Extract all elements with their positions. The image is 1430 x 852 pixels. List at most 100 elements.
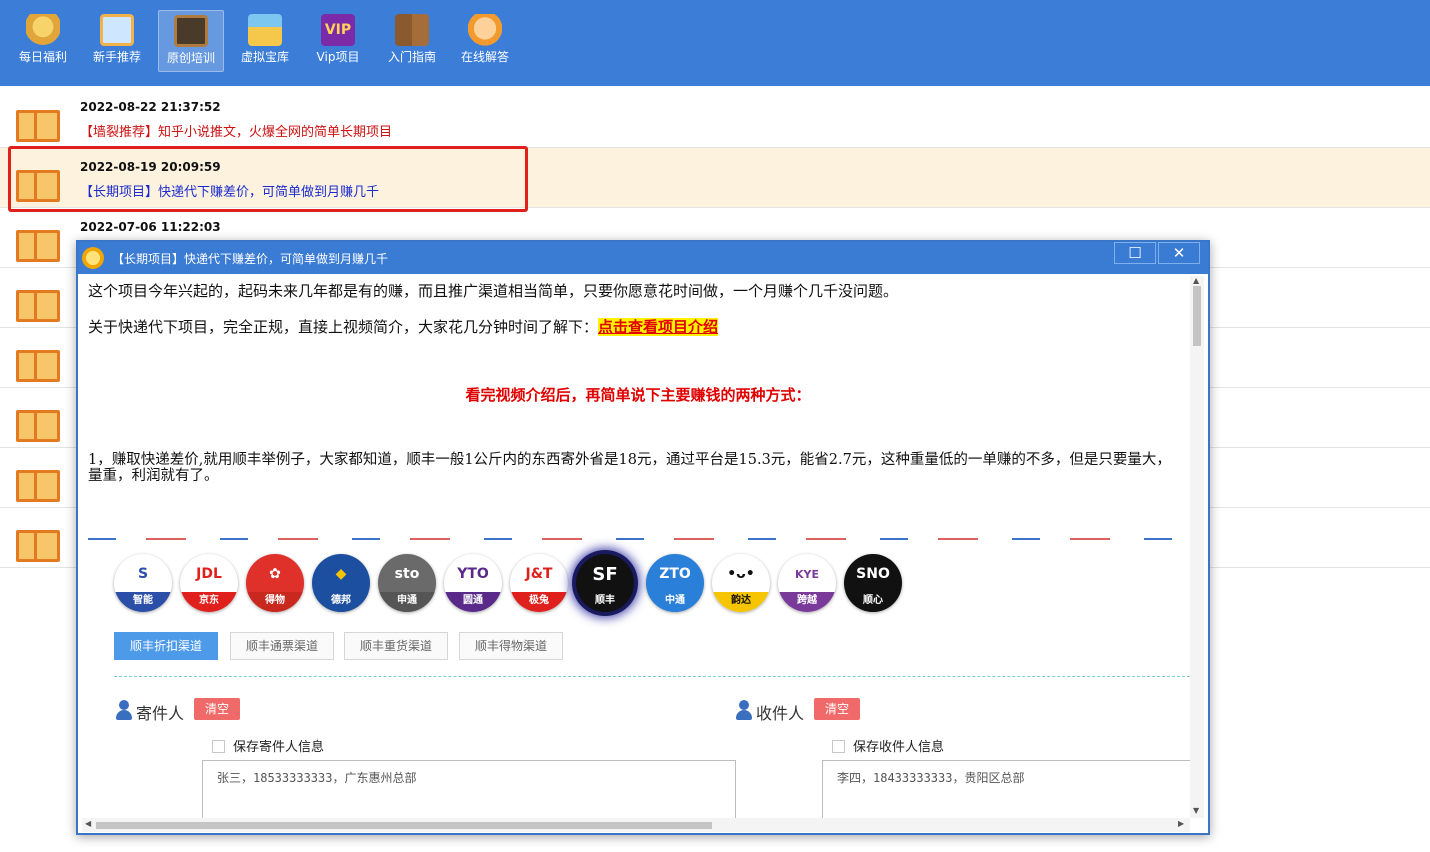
toolbar-item-guide[interactable]: 入门指南 [379, 10, 445, 72]
carrier-name: 顺心 [844, 592, 902, 612]
carrier-kuayue[interactable]: KYE 跨越 [778, 554, 836, 612]
toolbar-item-daily-welfare[interactable]: 每日福利 [10, 10, 76, 72]
sender-section: 寄件人 清空 保存寄件人信息 张三，18533333333，广东惠州总部 [116, 698, 736, 838]
toolbar-label: 新手推荐 [92, 50, 141, 64]
sender-address-input[interactable]: 张三，18533333333，广东惠州总部 [202, 760, 736, 820]
carrier-logo: SNO [856, 566, 890, 582]
carrier-debang[interactable]: ◆ 德邦 [312, 554, 370, 612]
toolbar-label: 在线解答 [460, 50, 509, 64]
scroll-right-arrow-icon[interactable]: ▶ [1178, 819, 1184, 828]
highlight-frame [8, 146, 528, 212]
carrier-logo: sto [394, 566, 420, 582]
save-sender-checkbox[interactable] [212, 740, 225, 753]
carrier-logo: J&T [525, 566, 553, 582]
tab-sf-discount[interactable]: 顺丰折扣渠道 [114, 632, 218, 660]
maximize-button[interactable]: ☐ [1114, 242, 1156, 264]
chat-icon [468, 14, 502, 46]
section-heading: 看完视频介绍后，再简单说下主要赚钱的两种方式： [465, 386, 811, 404]
carrier-logo: ZTO [659, 566, 691, 582]
carrier-logo: JDL [196, 566, 222, 582]
toolbar-item-original-training[interactable]: 原创培训 [158, 10, 224, 72]
toolbar-item-virtual-store[interactable]: 虚拟宝库 [232, 10, 298, 72]
toolbar-item-vip[interactable]: VIP Vip项目 [305, 10, 371, 72]
toolbar-label: 入门指南 [387, 50, 436, 64]
save-sender-row[interactable]: 保存寄件人信息 [212, 736, 324, 755]
book-icon [395, 14, 429, 46]
book-icon [16, 408, 60, 442]
carrier-jitu[interactable]: J&T 极兔 [510, 554, 568, 612]
project-intro-link[interactable]: 点击查看项目介绍 [598, 318, 719, 336]
carrier-name: 京东 [180, 592, 238, 612]
tab-sf-dewu[interactable]: 顺丰得物渠道 [459, 632, 563, 660]
tab-sf-heavy[interactable]: 顺丰重货渠道 [344, 632, 448, 660]
carrier-logo: •ᴗ• [727, 566, 755, 582]
carrier-name: 得物 [246, 592, 304, 612]
carrier-shentong[interactable]: sto 申通 [378, 554, 436, 612]
carrier-name: 智能 [114, 592, 172, 612]
horizontal-scroll-thumb[interactable] [96, 822, 712, 829]
toolbar-item-beginner[interactable]: 新手推荐 [84, 10, 150, 72]
toolbar-label: 原创培训 [166, 51, 215, 65]
horizontal-scrollbar[interactable]: ◀ ▶ [82, 818, 1190, 832]
carrier-name: 申通 [378, 592, 436, 612]
toolbar-label: Vip项目 [316, 50, 360, 64]
receiver-label: 收件人 [756, 704, 805, 723]
app-logo-icon [82, 247, 104, 269]
vertical-scroll-thumb[interactable] [1193, 286, 1201, 346]
carrier-jd[interactable]: JDL 京东 [180, 554, 238, 612]
vertical-scrollbar[interactable]: ▲ ▼ [1190, 276, 1204, 818]
carrier-name: 德邦 [312, 592, 370, 612]
carrier-logo: ◆ [335, 566, 347, 582]
monitor-icon [100, 14, 134, 46]
add-user-icon [116, 700, 134, 720]
toolbar-label: 每日福利 [18, 50, 67, 64]
carrier-name: 圆通 [444, 592, 502, 612]
save-receiver-checkbox[interactable] [832, 740, 845, 753]
book-icon [16, 348, 60, 382]
add-user-icon [736, 700, 754, 720]
book-icon [16, 108, 60, 142]
carrier-logo: ✿ [269, 566, 281, 582]
list-item-title[interactable]: 【墙裂推荐】知乎小说推文，火爆全网的简单长期项目 [80, 121, 392, 140]
book-icon [16, 228, 60, 262]
carrier-name: 跨越 [778, 592, 836, 612]
carrier-name: 中通 [646, 592, 704, 612]
article-popup-window: 【长期项目】快递代下赚差价，可简单做到月赚几千 ☐ ✕ 这个项目今年兴起的，起码… [76, 240, 1210, 835]
carrier-logo: KYE [794, 568, 819, 581]
vip-icon: VIP [321, 14, 355, 46]
carrier-zhineng[interactable]: S 智能 [114, 554, 172, 612]
paragraph-video: 关于快递代下项目，完全正规，直接上视频简介，大家花几分钟时间了解下：点击查看项目… [88, 316, 719, 337]
carrier-yunda[interactable]: •ᴗ• 韵达 [712, 554, 770, 612]
save-sender-label: 保存寄件人信息 [233, 740, 325, 755]
paragraph-intro: 这个项目今年兴起的，起码未来几年都是有的赚，而且推广渠道相当简单，只要你愿意花时… [88, 282, 899, 300]
tab-sf-ticket[interactable]: 顺丰通票渠道 [230, 632, 334, 660]
list-item-date: 2022-08-22 21:37:52 [80, 100, 221, 114]
carrier-logo: YTO [457, 566, 489, 582]
carrier-shunfeng[interactable]: SF 顺丰 [576, 554, 634, 612]
carrier-yuantong[interactable]: YTO 圆通 [444, 554, 502, 612]
scroll-up-arrow-icon[interactable]: ▲ [1193, 276, 1199, 285]
carrier-name: 顺丰 [576, 592, 634, 612]
blackboard-icon [174, 15, 208, 47]
sender-clear-button[interactable]: 清空 [194, 698, 240, 720]
carrier-logo: S [137, 566, 149, 582]
decorative-dashed-divider [88, 538, 1182, 540]
scroll-down-arrow-icon[interactable]: ▼ [1193, 806, 1199, 815]
lucky-cat-icon [26, 14, 60, 46]
paragraph-method-1: 1，赚取快递差价,就用顺丰举例子，大家都知道，顺丰一般1公斤内的东西寄外省是18… [88, 452, 1171, 484]
carrier-zhongtong[interactable]: ZTO 中通 [646, 554, 704, 612]
toolbar-item-online-help[interactable]: 在线解答 [452, 10, 518, 72]
receiver-clear-button[interactable]: 清空 [814, 698, 860, 720]
top-toolbar: 每日福利 新手推荐 原创培训 虚拟宝库 VIP Vip项目 入门指南 在线解答 [0, 0, 1430, 86]
book-icon [16, 528, 60, 562]
close-button[interactable]: ✕ [1158, 242, 1200, 264]
popup-titlebar[interactable]: 【长期项目】快递代下赚差价，可简单做到月赚几千 ☐ ✕ [78, 242, 1208, 274]
carrier-dewu[interactable]: ✿ 得物 [246, 554, 304, 612]
paragraph-video-text: 关于快递代下项目，完全正规，直接上视频简介，大家花几分钟时间了解下： [88, 318, 599, 336]
carrier-name: 韵达 [712, 592, 770, 612]
receiver-address-input[interactable]: 李四，18433333333，贵阳区总部 [822, 760, 1190, 820]
scroll-left-arrow-icon[interactable]: ◀ [85, 819, 91, 828]
save-receiver-row[interactable]: 保存收件人信息 [832, 736, 944, 755]
list-item[interactable]: 2022-08-22 21:37:52 【墙裂推荐】知乎小说推文，火爆全网的简单… [0, 88, 1430, 148]
carrier-shunxin[interactable]: SNO 顺心 [844, 554, 902, 612]
